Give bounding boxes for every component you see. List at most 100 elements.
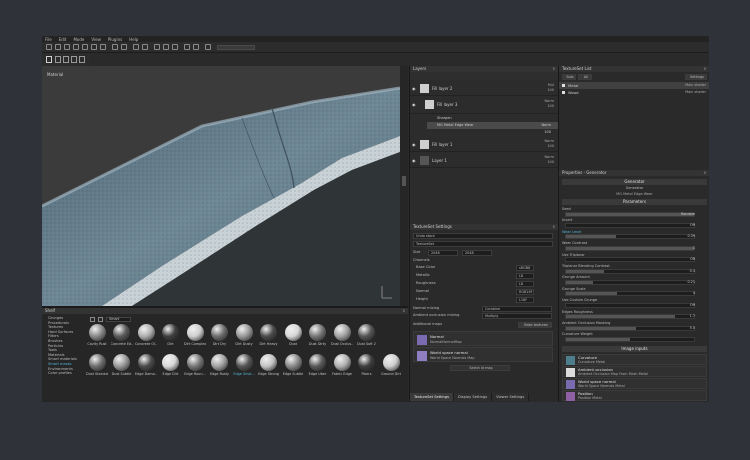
layer-row[interactable]: ◉ Fill layer 1 Norm 100 — [410, 137, 559, 152]
shelf-material-item[interactable]: Edge Strong — [258, 354, 280, 381]
normal-map-slot[interactable]: Normal NormalNormalMap — [413, 331, 553, 346]
projection-tool-icon[interactable] — [64, 44, 70, 50]
textureset-shader[interactable]: Main shader — [685, 90, 706, 94]
effect-opacity[interactable]: 100 — [544, 130, 551, 134]
shelf-material-item[interactable]: Edge Rusty — [209, 354, 231, 381]
channel-format[interactable]: L16F — [516, 297, 534, 303]
shelf-material-item[interactable]: Dust Dirty — [307, 324, 329, 351]
undo-stack[interactable]: Undo stack — [413, 233, 553, 239]
iray-render-icon[interactable] — [184, 44, 190, 50]
shelf-material-item[interactable]: Dust — [282, 324, 304, 351]
symmetry-icon[interactable] — [112, 44, 118, 50]
layer-blend[interactable]: Norm 100 — [544, 139, 554, 149]
visibility-icon[interactable]: ◉ — [412, 142, 416, 147]
parameter-slider[interactable] — [565, 245, 695, 251]
layer-opacity[interactable]: 100 — [547, 144, 554, 148]
visibility-icon[interactable]: ◉ — [412, 158, 416, 163]
shelf-material-item[interactable]: Edge Roun... — [184, 354, 206, 381]
layer-opacity[interactable]: 100 — [547, 88, 554, 92]
clone-tool-icon[interactable] — [91, 44, 97, 50]
shelf-category[interactable]: Color profiles — [42, 371, 82, 376]
parameter-slider[interactable] — [565, 280, 695, 285]
shelf-material-item[interactable]: Dirt Dusty — [233, 324, 255, 351]
shelf-toggle-icon[interactable] — [193, 44, 199, 50]
viewport-scrollbar[interactable] — [400, 66, 408, 306]
view-selector[interactable] — [217, 45, 255, 50]
tab-display-settings[interactable]: Display Settings — [453, 393, 493, 401]
all-button[interactable]: All — [578, 74, 592, 80]
grid-view-icon[interactable] — [154, 44, 160, 50]
parameter-slider[interactable] — [565, 268, 695, 274]
eye-icon[interactable] — [562, 91, 565, 94]
tab-textureset-settings[interactable]: TextureSet Settings — [410, 393, 454, 401]
3d-viewport[interactable]: Material — [42, 66, 408, 306]
layer-opacity[interactable]: 100 — [547, 160, 554, 164]
shelf-material-item[interactable]: Edge Subtle — [282, 354, 304, 381]
textureset-field[interactable]: TextureSet — [413, 241, 553, 247]
camera-icon[interactable] — [133, 44, 139, 50]
lock-icon[interactable] — [63, 56, 69, 63]
textureset-row-selected[interactable]: Metal Main shader — [559, 82, 709, 89]
geometry-fill-icon[interactable] — [73, 44, 79, 50]
image-input-slot[interactable]: Curvature Curvature Metal — [562, 354, 707, 365]
shelf-material-item[interactable]: Dirt — [160, 324, 182, 351]
menu-file[interactable]: File — [45, 37, 52, 42]
parameter-value[interactable]: 0.3 — [690, 269, 695, 273]
shelf-material-item[interactable]: Edge Dama... — [135, 354, 157, 381]
split-view-icon[interactable] — [163, 44, 169, 50]
close-icon[interactable]: x — [553, 224, 555, 230]
shelf-material-item[interactable]: Dust Occlus... — [331, 324, 353, 351]
shelf-material-item[interactable]: Dust Stained — [86, 354, 108, 381]
textureset-row[interactable]: Wood Main shader — [559, 89, 709, 96]
filter-icon[interactable] — [90, 317, 95, 322]
parameter-value[interactable]: Random — [681, 212, 695, 216]
size-select-2[interactable]: 2048 — [462, 250, 492, 256]
fill-mode-icon[interactable] — [55, 56, 61, 63]
shelf-material-item[interactable]: Ground Dirt — [380, 354, 402, 381]
layer-blend[interactable]: Norm 100 — [544, 99, 554, 109]
paint-mode-icon[interactable] — [46, 56, 52, 63]
image-input-slot[interactable]: Ambient occlusion Ambient Occlusion Map F… — [562, 366, 707, 377]
settings-button[interactable]: Settings — [685, 74, 707, 80]
menu-help[interactable]: Help — [129, 37, 138, 42]
effect-row[interactable]: Sharpen — [427, 115, 559, 122]
parameter-value[interactable]: 5.5 — [690, 326, 695, 330]
image-input-slot[interactable]: World space normal World Space Normals Me… — [562, 378, 707, 389]
scroll-thumb[interactable] — [402, 176, 406, 186]
parameter-value[interactable]: Off — [690, 303, 695, 307]
channel-format[interactable]: RGB16F — [516, 289, 534, 295]
layer-blend[interactable]: Norm 100 — [544, 155, 554, 165]
shelf-material-item[interactable]: Dirt Complex — [184, 324, 206, 351]
settings-icon[interactable] — [205, 44, 211, 50]
menu-plugins[interactable]: Plugins — [108, 37, 122, 42]
parameter-value[interactable]: Off — [690, 223, 695, 227]
brush-tool-icon[interactable] — [46, 44, 52, 50]
shelf-material-item[interactable]: Cavity Rust — [86, 324, 108, 351]
shelf-material-item[interactable]: Fabric Edge — [331, 354, 353, 381]
parameter-slider[interactable] — [565, 257, 695, 263]
parameter-value[interactable]: 1 — [693, 246, 695, 250]
picker-tool-icon[interactable] — [100, 44, 106, 50]
close-icon[interactable]: x — [704, 66, 706, 72]
image-inputs-section-header[interactable]: Image inputs — [562, 346, 707, 352]
layer-row[interactable]: ◉ Fill layer 3 Norm 100 — [410, 97, 559, 114]
tab-viewer-settings[interactable]: Viewer Settings — [492, 393, 530, 401]
select-id-map-button[interactable]: Select id map — [450, 365, 510, 371]
effect-blend[interactable]: Norm — [541, 122, 551, 129]
view-mode-icon[interactable] — [98, 317, 103, 322]
size-select[interactable]: 2048 — [428, 250, 458, 256]
parameter-value[interactable]: 0.21 — [687, 280, 695, 284]
snapshot-icon[interactable] — [142, 44, 148, 50]
blend-mode[interactable]: Norm — [544, 155, 554, 159]
shelf-material-item[interactable]: Concrete Ol... — [135, 324, 157, 351]
close-icon[interactable]: x — [403, 308, 405, 314]
layer-opacity[interactable]: 100 — [547, 104, 554, 108]
export-icon[interactable] — [79, 56, 85, 63]
solo-button[interactable]: Solo — [562, 74, 576, 80]
visibility-icon[interactable]: ◉ — [412, 102, 416, 107]
shelf-material-item[interactable]: Dirt Heavy — [258, 324, 280, 351]
parameter-value[interactable]: Off — [690, 257, 695, 261]
blend-mode[interactable]: Mul — [548, 83, 554, 87]
channel-format[interactable]: sRGB8 — [516, 265, 534, 271]
channel-format[interactable]: L8 — [516, 281, 534, 287]
